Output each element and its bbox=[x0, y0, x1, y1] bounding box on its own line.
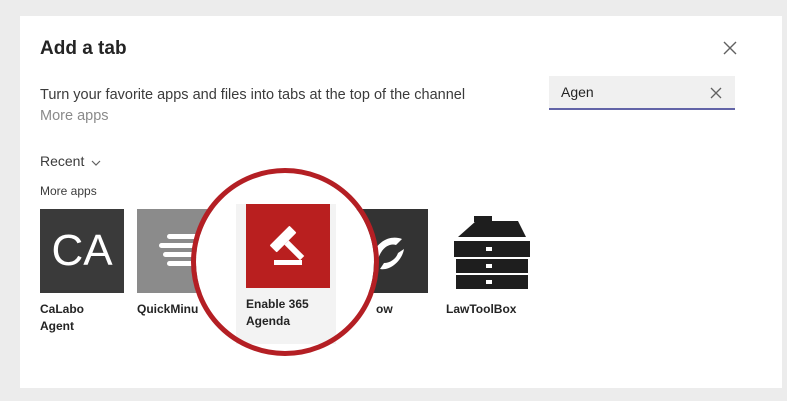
close-icon[interactable] bbox=[722, 40, 738, 56]
app-name-line: Enable 365 bbox=[246, 297, 309, 311]
recent-filter-label: Recent bbox=[40, 153, 85, 169]
app-name-line: CaLabo bbox=[40, 302, 85, 316]
search-input[interactable] bbox=[561, 82, 701, 102]
app-tile-calabo-agent[interactable]: CA CaLabo Agent bbox=[40, 209, 126, 335]
app-name: LawToolBox bbox=[446, 302, 517, 316]
toolbox-icon bbox=[446, 209, 530, 293]
app-name-line: Agenda bbox=[246, 314, 291, 328]
app-tile-enable-365-agenda[interactable]: Enable 365 Agenda bbox=[246, 204, 332, 330]
gavel-icon bbox=[246, 204, 330, 288]
chevron-down-icon bbox=[91, 153, 101, 169]
app-name: CaLabo Agent bbox=[40, 301, 126, 335]
section-label-more-apps: More apps bbox=[40, 184, 97, 198]
more-apps-link[interactable]: More apps bbox=[40, 108, 109, 124]
dialog-subtitle: Turn your favorite apps and files into t… bbox=[40, 87, 466, 103]
search-box[interactable] bbox=[549, 76, 735, 110]
clear-icon[interactable] bbox=[710, 86, 722, 99]
recent-filter-dropdown[interactable]: Recent bbox=[40, 153, 101, 169]
app-name-line: Agent bbox=[40, 319, 74, 333]
add-tab-dialog: Add a tab Turn your favorite apps and fi… bbox=[20, 16, 782, 388]
app-name: Enable 365 Agenda bbox=[246, 296, 332, 330]
app-tile-text: CA bbox=[51, 226, 113, 275]
app-tile-lawtoolbox[interactable]: LawToolBox bbox=[446, 209, 532, 318]
dialog-title: Add a tab bbox=[40, 38, 127, 59]
ca-monogram-icon: CA bbox=[40, 209, 124, 293]
